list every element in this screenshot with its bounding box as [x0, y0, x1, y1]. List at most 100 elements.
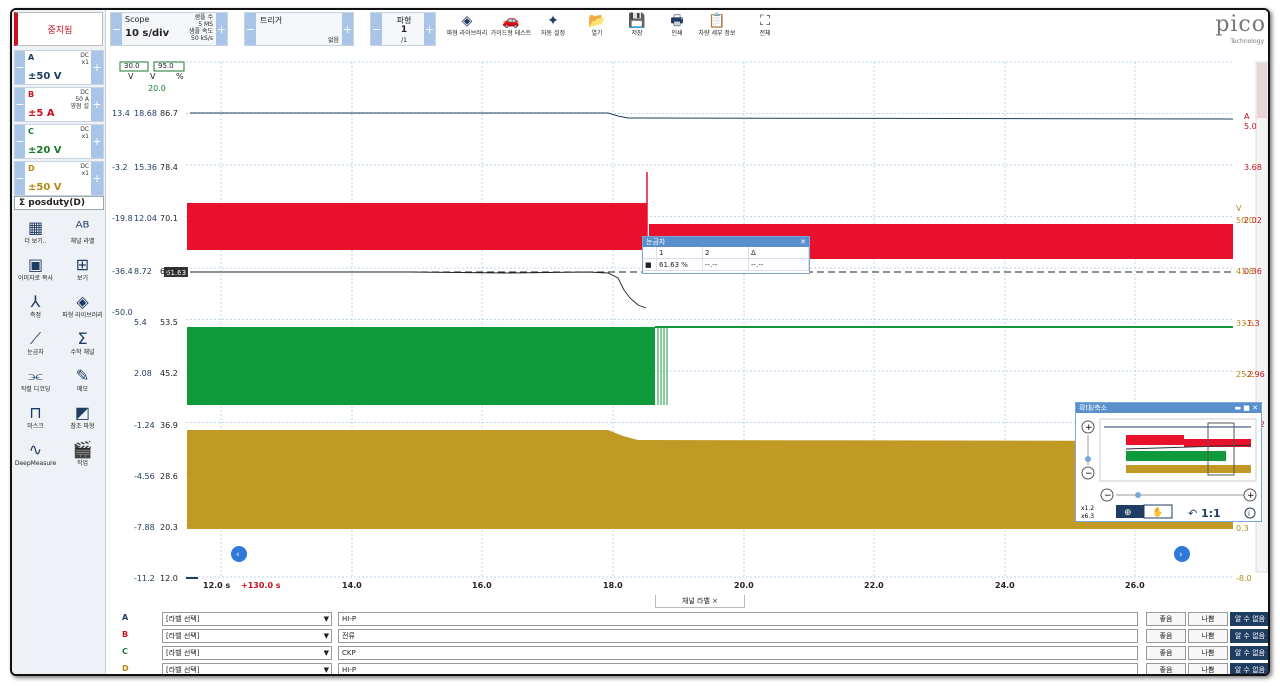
math-channel-posduty[interactable]: Σ posduty(D) [14, 196, 104, 210]
quality-good-button[interactable]: 좋음 [1146, 663, 1186, 674]
toolbar-print-button[interactable]: 🖶 인쇄 [656, 12, 698, 46]
ruler-icon: ⟋ [29, 329, 42, 348]
toolbar-waveform-library-button[interactable]: ◈ 파형 라이브러리 [446, 12, 488, 46]
channel-c-control[interactable]: − C ±20 V DC x1 + [14, 124, 104, 159]
channel-range-increase-button[interactable]: + [91, 88, 103, 121]
label-text-input[interactable]: HI-P [338, 663, 1138, 674]
label-text-input[interactable]: CKP [338, 646, 1138, 660]
tool-deepmeasure[interactable]: ∿ DeepMeasure [12, 440, 59, 472]
waveform-next-button[interactable]: + [424, 13, 435, 45]
channel-a-control[interactable]: − A ±50 V DC x1 + [14, 50, 104, 85]
toolbar-vehicle-details-button[interactable]: 📋 차량 세부 정보 [696, 12, 738, 46]
tool-ruler[interactable]: ⟋ 눈금자 [12, 329, 59, 361]
label-select-dropdown[interactable]: [라벨 선택] ▼ [162, 629, 332, 643]
timebase-decrease-button[interactable]: − [111, 13, 122, 45]
tool-actions[interactable]: 🎬 작업 [59, 440, 106, 472]
trigger-control[interactable]: − 트리거 없음 + [244, 12, 354, 46]
trigger-increase-button[interactable]: + [342, 13, 353, 45]
ruler-value-delta: --.-- [749, 259, 809, 271]
waveform-prev-button[interactable]: − [371, 13, 382, 45]
toolbar-fullscreen-button[interactable]: ⛶ 전체 [744, 12, 786, 46]
zoom-x-slider[interactable] [1135, 492, 1141, 498]
timebase-value[interactable]: 10 s/div [125, 28, 169, 39]
channel-range-increase-button[interactable]: + [91, 51, 103, 84]
quality-unknown-button[interactable]: 알 수 없음 [1230, 663, 1268, 674]
tool-label: 측정 [29, 312, 42, 319]
channel-range-increase-button[interactable]: + [91, 125, 103, 158]
right-axis-b-label: A [1244, 112, 1250, 121]
tool-math-channel[interactable]: Σ 수학 채널 [59, 329, 106, 361]
right-scroll-thumb[interactable] [1257, 63, 1267, 118]
stop-button[interactable]: 중지됨 [14, 12, 103, 46]
quality-bad-button[interactable]: 나쁨 [1188, 646, 1228, 660]
toolbar-save-button[interactable]: 💾 저장 [616, 12, 658, 46]
tool-notes[interactable]: ✎ 메모 [59, 366, 106, 398]
trigger-decrease-button[interactable]: − [245, 13, 256, 45]
tool-serial-decoding[interactable]: ⫘ 직렬 디코딩 [12, 366, 59, 398]
quality-unknown-button[interactable]: 알 수 없음 [1230, 612, 1268, 626]
channel-range[interactable]: ±20 V [28, 145, 62, 156]
zoom-y-slider[interactable] [1085, 456, 1091, 462]
channel-labels-tab[interactable]: 채널 라벨 × [655, 595, 745, 608]
notes-icon: ✎ [75, 366, 90, 385]
close-icon[interactable]: ✕ [800, 237, 809, 247]
channel-b-trace [187, 203, 647, 250]
tool-more[interactable]: ▦ 더 보기.. [12, 218, 59, 250]
label-text-input[interactable]: HI-P [338, 612, 1138, 626]
trigger-marker[interactable] [186, 577, 198, 579]
label-text-input[interactable]: 전류 [338, 629, 1138, 643]
channel-range-decrease-button[interactable]: − [15, 51, 25, 84]
quality-unknown-button[interactable]: 알 수 없음 [1230, 646, 1268, 660]
pico-scope-window: 중지됨 − A ±50 V DC x1 + − B ±5 A DC 50 A 영점 설 + − C ±20 V… [10, 8, 1270, 676]
timebase-increase-button[interactable]: + [216, 13, 227, 45]
label-select-dropdown[interactable]: [라벨 선택] ▼ [162, 663, 332, 674]
quality-bad-button[interactable]: 나쁨 [1188, 612, 1228, 626]
tool-mask[interactable]: ⊓ 마스크 [12, 403, 59, 435]
channel-range[interactable]: ±50 V [28, 71, 62, 82]
x-axis-label: 26.0 [1125, 581, 1145, 590]
channel-range-increase-button[interactable]: + [91, 162, 103, 195]
channel-range[interactable]: ±50 V [28, 182, 62, 193]
close-icon[interactable]: × [712, 597, 718, 605]
toolbar-car-button[interactable]: 🚗 가이드형 테스트 [490, 12, 532, 46]
channel-range-decrease-button[interactable]: − [15, 88, 25, 121]
tool-waveform-library[interactable]: ◈ 파형 라이브러리 [59, 292, 106, 324]
tool-view[interactable]: ⊞ 보기 [59, 255, 106, 287]
tool-reference-waveform[interactable]: ◩ 참조 파형 [59, 403, 106, 435]
tool-measure[interactable]: ⅄ 측정 [12, 292, 59, 324]
channel-range-decrease-button[interactable]: − [15, 125, 25, 158]
info-icon[interactable] [1244, 507, 1256, 519]
waveform-control[interactable]: − 파형 1 /1 + [370, 12, 436, 46]
undo-zoom-icon[interactable]: ↶ [1188, 507, 1197, 520]
label-select-dropdown[interactable]: [라벨 선택] ▼ [162, 646, 332, 660]
zoom-ratio[interactable]: 1:1 [1201, 507, 1221, 520]
tool-label: DeepMeasure [14, 460, 57, 467]
quality-unknown-button[interactable]: 알 수 없음 [1230, 629, 1268, 643]
quality-good-button[interactable]: 좋음 [1146, 612, 1186, 626]
tool-channel-label[interactable]: ᴬᴮ 채널 라벨 [59, 218, 106, 250]
y-axis-label: 12.0 [160, 574, 178, 583]
tool-copy-image[interactable]: ▣ 이미지로 복사 [12, 255, 59, 287]
quality-bad-button[interactable]: 나쁨 [1188, 663, 1228, 674]
label-select-dropdown[interactable]: [라벨 선택] ▼ [162, 612, 332, 626]
right-axis-d-label: V [1236, 204, 1242, 213]
svg-text:+: + [1085, 423, 1093, 433]
zoom-overview[interactable]: + − − + x1.2 x6.3 ⊕ ✋ ↶ 1:1 i [1076, 413, 1261, 521]
close-icon[interactable]: ▬ ■ ✕ [1234, 403, 1261, 413]
channel-b-control[interactable]: − B ±5 A DC 50 A 영점 설 + [14, 87, 104, 122]
ruler-value-1: 61.63 % [657, 259, 703, 271]
timebase-control[interactable]: − Scope 10 s/div 샘플 수 5 MS 샘플 속도 50 kS/s… [110, 12, 228, 46]
channel-range-decrease-button[interactable]: − [15, 162, 25, 195]
ruler-popup[interactable]: 눈금자 ✕ 1 2 Δ ■ 61.63 % --.-- --.-- [642, 236, 810, 274]
y-axis-label: 8.72 [134, 267, 152, 276]
channel-d-control[interactable]: − D ±50 V DC x1 + [14, 161, 104, 196]
y-axis-label: -11.2 [134, 574, 155, 583]
y-axis-label: 86.7 [160, 109, 178, 118]
zoom-panel[interactable]: 확대/축소 ▬ ■ ✕ + − − + x1.2 x6.3 ⊕ ✋ ↶ 1:1 … [1075, 402, 1262, 522]
quality-bad-button[interactable]: 나쁨 [1188, 629, 1228, 643]
quality-good-button[interactable]: 좋음 [1146, 646, 1186, 660]
toolbar-open-folder-button[interactable]: 📂 열기 [576, 12, 618, 46]
quality-good-button[interactable]: 좋음 [1146, 629, 1186, 643]
toolbar-auto-setup-button[interactable]: ✦ 자동 설정 [532, 12, 574, 46]
channel-range[interactable]: ±5 A [28, 108, 55, 119]
